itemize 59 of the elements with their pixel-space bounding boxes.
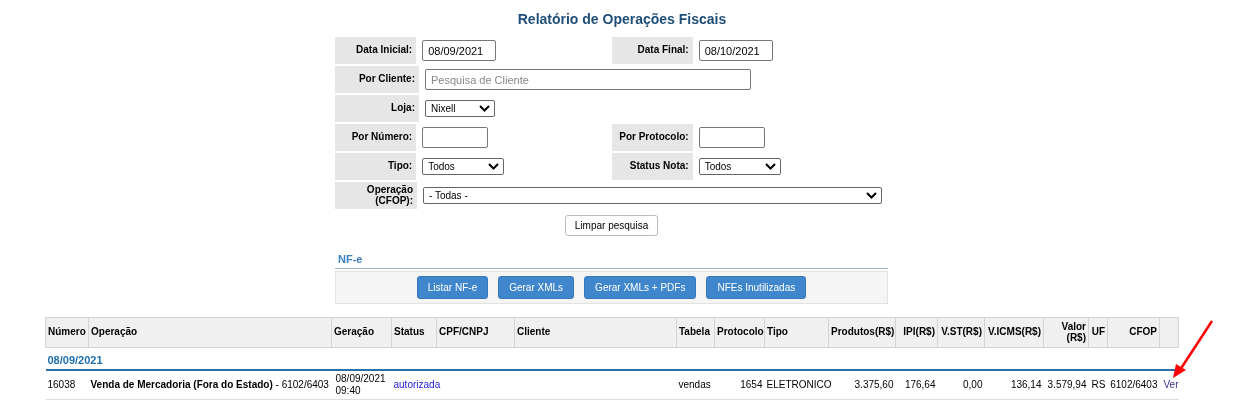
table-cell: 136,14 [984, 370, 1044, 400]
table-cell: ELETRONICO [764, 370, 829, 400]
field-label: Operação (CFOP): [335, 182, 417, 209]
column-header: V.ICMS(R$) [984, 317, 1044, 348]
dropdown[interactable]: Todos [422, 158, 505, 175]
table-cell: vendas [676, 370, 715, 400]
chevron-down-icon [764, 163, 776, 170]
field-label: Loja: [335, 95, 419, 122]
column-header: Tipo [764, 317, 829, 348]
field-label: Tipo: [335, 153, 417, 180]
table-cell: Venda de Mercadoria (Fora do Estado) - 6102/6403 [88, 370, 332, 400]
text-field[interactable]: Pesquisa de Cliente [425, 69, 751, 90]
table-cell: 1654 [714, 370, 765, 400]
action-button[interactable]: Gerar XMLs + PDFs [584, 276, 697, 299]
column-header: CPF/CNPJ [436, 317, 515, 348]
table-cell: 6102/6403 [1107, 370, 1160, 400]
view-link[interactable]: Ver [1161, 379, 1179, 391]
table-cell: 176,64 [895, 370, 938, 400]
column-header: Produtos(R$) [828, 317, 896, 348]
column-header: Valor (R$) [1043, 317, 1089, 348]
column-header: Protocolo [714, 317, 765, 348]
clear-search-button[interactable]: Limpar pesquisa [564, 215, 659, 236]
group-date: 08/09/2021 [45, 347, 1179, 371]
field-label: Data Inicial: [335, 37, 417, 64]
text-field[interactable]: 08/10/2021 [698, 40, 773, 61]
table-cell: 3.579,94 [1043, 370, 1089, 400]
column-header: IPI(R$) [895, 317, 938, 348]
field-label: Por Protocolo: [611, 124, 693, 151]
section-title: NF-e [335, 250, 888, 269]
action-button[interactable]: Gerar XMLs [498, 276, 575, 299]
dropdown[interactable]: Todos [698, 158, 781, 175]
chevron-down-icon [488, 163, 500, 170]
text-field[interactable] [422, 127, 489, 148]
dropdown[interactable]: Nixell [425, 100, 495, 117]
table-cell: 08/09/2021 09:40 [331, 370, 392, 400]
column-header: CFOP [1107, 317, 1160, 348]
chevron-down-icon [479, 105, 490, 112]
field-label: Por Cliente: [335, 66, 419, 93]
column-header: Status [391, 317, 437, 348]
chevron-down-icon [866, 192, 877, 199]
action-button[interactable]: Listar NF-e [416, 276, 489, 299]
column-header: Operação [88, 317, 332, 348]
column-header: Geração [331, 317, 392, 348]
text-field[interactable]: 08/09/2021 [422, 40, 497, 61]
table-cell: RS [1088, 370, 1108, 400]
column-header: Tabela [676, 317, 715, 348]
field-label: Por Número: [335, 124, 417, 151]
column-header: Cliente [514, 317, 677, 348]
dropdown[interactable]: - Todas - [423, 187, 882, 204]
column-header: V.ST(R$) [937, 317, 985, 348]
action-button[interactable]: NFEs Inutilizadas [706, 276, 807, 299]
report-title: Relatório de Operações Fiscais [516, 10, 728, 29]
field-label: Status Nota: [611, 153, 693, 180]
field-label: Data Final: [611, 37, 693, 64]
annotation-arrow [1170, 320, 1214, 380]
table-cell: 16038 [45, 370, 89, 400]
table-cell: 0,00 [937, 370, 985, 400]
column-header: Número [45, 317, 89, 348]
text-field[interactable] [698, 127, 765, 148]
